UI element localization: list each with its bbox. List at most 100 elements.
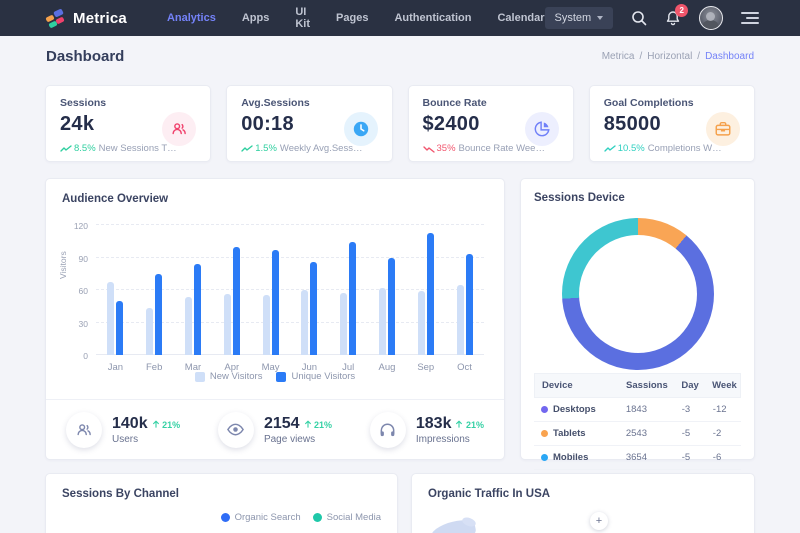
clock-icon: [344, 112, 378, 146]
organic-traffic-card: Organic Traffic In USA +: [411, 473, 755, 533]
stat-cards-row: Sessions24k8.5%New Sessions T…Avg.Sessio…: [45, 85, 755, 162]
bar-group-apr[interactable]: Apr: [212, 225, 251, 355]
y-axis-label: Visitors: [58, 251, 68, 279]
audience-overview-card: Audience Overview Visitors 1209060300Jan…: [45, 178, 505, 460]
stat-label: Page views: [264, 434, 332, 445]
stat-card-goal-completions: Goal Completions8500010.5%Completions W…: [589, 85, 755, 162]
sessions-by-channel-card: Sessions By Channel Organic SearchSocial…: [45, 473, 398, 533]
bar-new-visitors[interactable]: [146, 308, 153, 355]
legend-organic-search[interactable]: Organic Search: [221, 512, 301, 523]
device-dot: [541, 454, 548, 461]
breadcrumb-metrica[interactable]: Metrica: [602, 51, 635, 62]
stat-card-sessions: Sessions24k8.5%New Sessions T…: [45, 85, 211, 162]
nav-item-apps[interactable]: Apps: [242, 12, 270, 24]
chart-plot-area: 1209060300JanFebMarAprMayJunJulAugSepOct: [96, 225, 484, 355]
search-button[interactable]: [631, 10, 647, 26]
y-tick-label: 60: [79, 286, 88, 296]
device-dot: [541, 430, 548, 437]
trend-icon: 1.5%: [241, 143, 277, 154]
bar-group-may[interactable]: May: [251, 225, 290, 355]
menu-toggle-button[interactable]: [741, 12, 759, 24]
notifications-button[interactable]: 2: [665, 10, 681, 27]
users-icon: [162, 112, 196, 146]
bar-unique-visitors[interactable]: [349, 242, 356, 355]
bar-new-visitors[interactable]: [457, 285, 464, 355]
eye-icon: [218, 412, 254, 448]
legend-dot: [313, 513, 322, 522]
search-icon: [631, 10, 647, 26]
legend-social-media[interactable]: Social Media: [313, 512, 381, 523]
map-zoom-in-button[interactable]: +: [590, 512, 608, 530]
audience-bar-chart[interactable]: Visitors 1209060300JanFebMarAprMayJunJul…: [62, 219, 488, 387]
y-tick-label: 0: [83, 351, 88, 361]
bar-new-visitors[interactable]: [301, 290, 308, 355]
chart-legend: New Visitors Unique Visitors: [62, 371, 488, 382]
bar-new-visitors[interactable]: [185, 297, 192, 356]
y-tick-label: 30: [79, 319, 88, 329]
bar-new-visitors[interactable]: [340, 293, 347, 355]
stat-delta: 21%: [304, 420, 333, 430]
bar-unique-visitors[interactable]: [155, 274, 162, 355]
bar-group-jun[interactable]: Jun: [290, 225, 329, 355]
notification-badge: 2: [675, 4, 688, 17]
legend-swatch: [195, 372, 205, 382]
bar-unique-visitors[interactable]: [310, 262, 317, 355]
bar-group-jan[interactable]: Jan: [96, 225, 135, 355]
breadcrumb-horizontal[interactable]: Horizontal: [647, 51, 692, 62]
nav-item-pages[interactable]: Pages: [336, 12, 368, 24]
trend-icon: 35%: [423, 143, 456, 154]
legend-unique-visitors[interactable]: Unique Visitors: [276, 371, 355, 382]
bar-group-feb[interactable]: Feb: [135, 225, 174, 355]
bottom-row: Sessions By Channel Organic SearchSocial…: [45, 473, 755, 533]
bar-new-visitors[interactable]: [418, 291, 425, 355]
bar-unique-visitors[interactable]: [272, 250, 279, 355]
stat-card-bounce-rate: Bounce Rate$240035%Bounce Rate Wee…: [408, 85, 574, 162]
pie-icon: [525, 112, 559, 146]
nav-item-analytics[interactable]: Analytics: [167, 12, 216, 24]
nav-item-calendar[interactable]: Calendar: [497, 12, 544, 24]
bar-unique-visitors[interactable]: [194, 264, 201, 355]
bar-unique-visitors[interactable]: [427, 233, 434, 355]
menu-icon: [741, 12, 759, 14]
nav-item-authentication[interactable]: Authentication: [394, 12, 471, 24]
bar-group-mar[interactable]: Mar: [174, 225, 213, 355]
channel-legend: Organic Search Social Media: [221, 512, 381, 523]
audience-stat-impressions: 183k 21%Impressions: [370, 412, 484, 448]
bar-unique-visitors[interactable]: [388, 258, 395, 356]
profile-button[interactable]: [699, 6, 723, 30]
bar-new-visitors[interactable]: [107, 282, 114, 355]
stat-title: Bounce Rate: [423, 97, 559, 109]
device-row-desktops: Desktops1843-3-12: [534, 398, 741, 422]
organic-traffic-title: Organic Traffic In USA: [428, 488, 738, 500]
brand-logo[interactable]: Metrica: [46, 8, 127, 28]
sessions-device-donut-chart[interactable]: [562, 218, 714, 370]
bar-new-visitors[interactable]: [263, 295, 270, 355]
main-row: Audience Overview Visitors 1209060300Jan…: [45, 178, 755, 460]
sessions-device-title: Sessions Device: [534, 192, 741, 204]
bar-new-visitors[interactable]: [379, 288, 386, 355]
device-row-mobiles: Mobiles3654-5-6: [534, 446, 741, 470]
bar-unique-visitors[interactable]: [116, 301, 123, 355]
y-tick-label: 120: [74, 221, 88, 231]
page-head: Dashboard Metrica / Horizontal / Dashboa…: [46, 48, 754, 65]
stat-label: Users: [112, 434, 180, 445]
bar-unique-visitors[interactable]: [233, 247, 240, 355]
bar-group-oct[interactable]: Oct: [445, 225, 484, 355]
nav-item-ui-kit[interactable]: UI Kit: [295, 6, 310, 30]
bar-group-jul[interactable]: Jul: [329, 225, 368, 355]
bar-unique-visitors[interactable]: [466, 254, 473, 355]
legend-new-visitors[interactable]: New Visitors: [195, 371, 263, 382]
stat-title: Goal Completions: [604, 97, 740, 109]
legend-dot: [221, 513, 230, 522]
bar-group-aug[interactable]: Aug: [368, 225, 407, 355]
system-dropdown[interactable]: System: [545, 7, 614, 29]
device-dot: [541, 406, 548, 413]
bar-new-visitors[interactable]: [224, 294, 231, 355]
stat-delta: 21%: [152, 420, 181, 430]
stat-title: Sessions: [60, 97, 196, 109]
device-table-header: Device Sassions Day Week: [534, 373, 741, 398]
stat-delta: 21%: [455, 420, 484, 430]
y-tick-label: 90: [79, 254, 88, 264]
bar-group-sep[interactable]: Sep: [406, 225, 445, 355]
navbar-right: System 2: [545, 6, 760, 30]
